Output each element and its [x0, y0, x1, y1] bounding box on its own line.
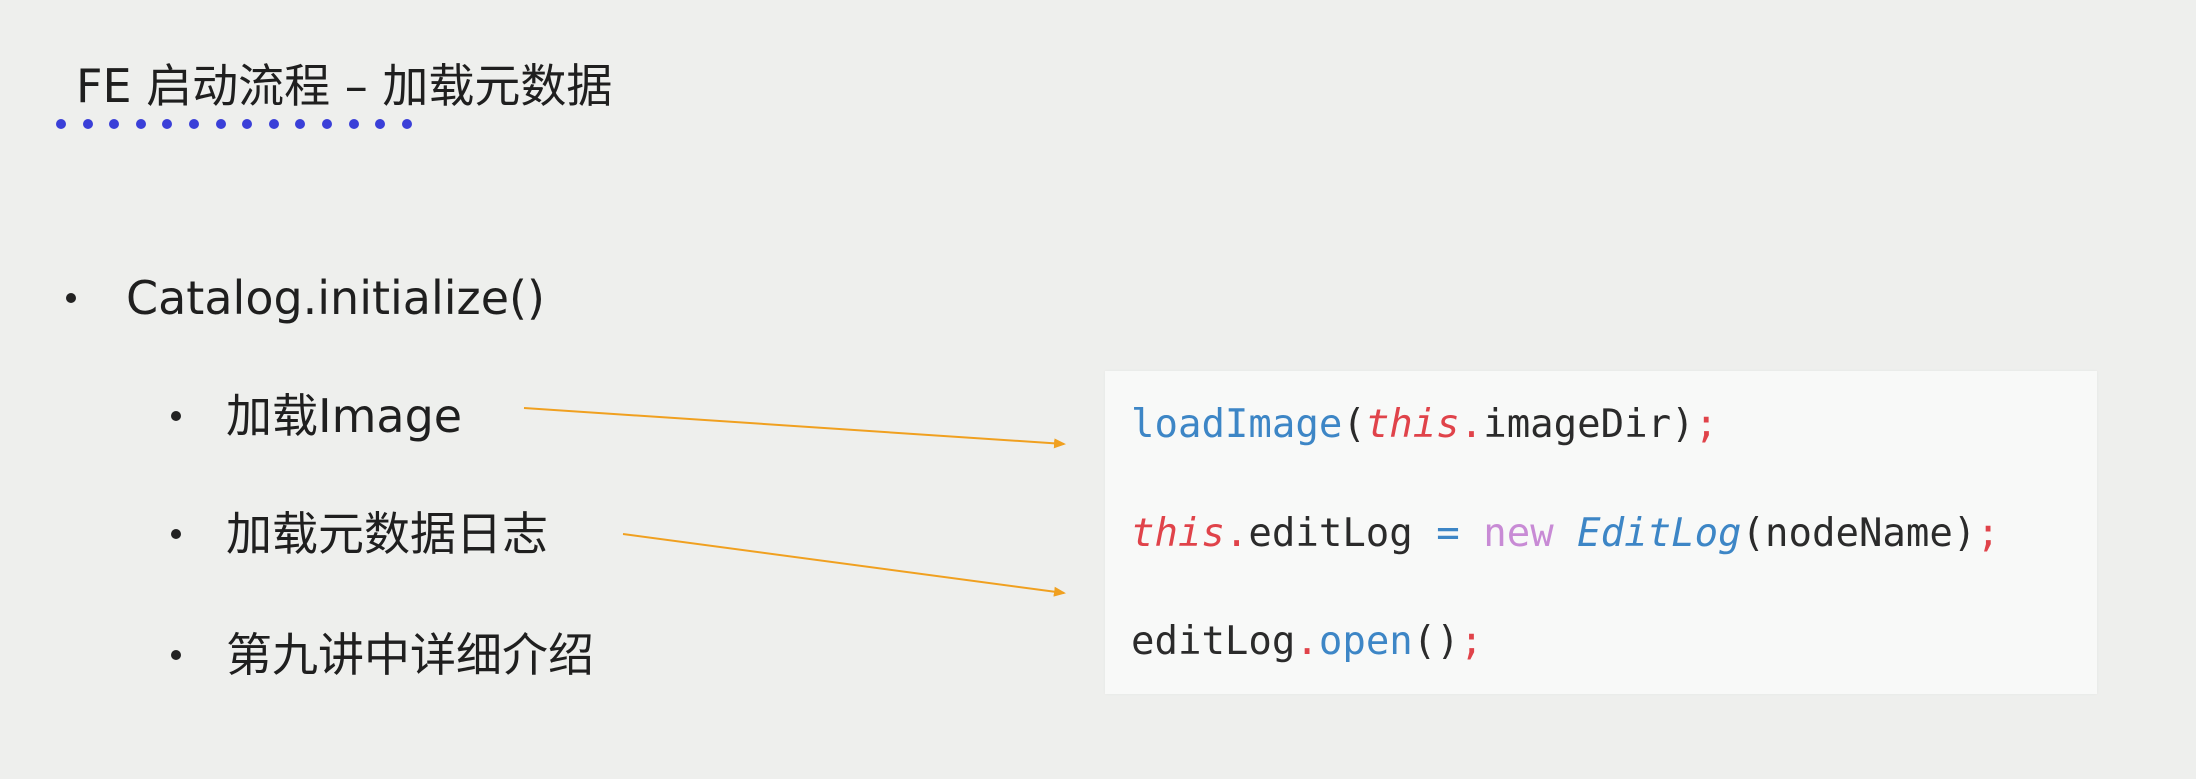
bullet-text: Catalog.initialize()	[126, 271, 545, 325]
slide-title: FE 启动流程 – 加载元数据	[76, 59, 613, 113]
arrow-load-image	[523, 407, 1066, 449]
bullet-text: 加载Image	[226, 389, 463, 443]
code-semicolon: ;	[1694, 402, 1719, 447]
underline-dot	[135, 119, 146, 129]
bullet-catalog-initialize: Catalog.initialize()	[66, 268, 545, 328]
underline-dot	[162, 119, 173, 129]
underline-dot	[375, 119, 386, 129]
sub-bullet-load-image: 加载Image	[171, 386, 463, 446]
code-line-editlog-open: editLog.open();	[1131, 614, 1483, 670]
underline-dot	[348, 119, 359, 129]
code-arguments: ()	[1412, 619, 1460, 664]
code-assignment: =	[1412, 511, 1484, 556]
code-snippet-panel: loadImage(this.imageDir); this.editLog =…	[1105, 371, 2097, 694]
bullet-text: 加载元数据日志	[226, 507, 548, 561]
bullet-marker	[171, 529, 181, 539]
sub-bullet-load-metadata-log: 加载元数据日志	[171, 504, 548, 564]
underline-dot	[401, 119, 412, 129]
underline-dot	[295, 119, 306, 129]
code-keyword: this	[1131, 511, 1225, 556]
code-line-new-editlog: this.editLog = new EditLog(nodeName);	[1131, 506, 2000, 562]
code-object: editLog	[1131, 619, 1296, 664]
code-keyword: this	[1365, 402, 1460, 447]
code-punctuation: )	[1671, 402, 1695, 447]
code-type-name: EditLog	[1577, 511, 1742, 556]
underline-dot	[82, 119, 93, 129]
code-line-load-image: loadImage(this.imageDir);	[1131, 397, 1718, 453]
underline-dot	[321, 119, 332, 129]
code-dot: .	[1224, 511, 1249, 556]
code-dot: .	[1459, 402, 1484, 447]
code-function-name: open	[1318, 619, 1413, 664]
sub-bullet-lecture-reference: 第九讲中详细介绍	[171, 625, 594, 685]
underline-dot	[188, 119, 199, 129]
underline-dot	[268, 119, 279, 129]
code-semicolon: ;	[1976, 511, 2000, 556]
underline-dot	[109, 119, 120, 129]
code-punctuation: (	[1342, 402, 1366, 447]
bullet-text: 第九讲中详细介绍	[226, 628, 594, 682]
code-field: editLog	[1248, 511, 1413, 556]
underline-dot	[215, 119, 226, 129]
bullet-marker	[171, 650, 181, 660]
code-dot: .	[1295, 619, 1319, 664]
bullet-marker	[171, 411, 181, 421]
arrow-load-metadata-log	[622, 533, 1066, 597]
bullet-marker	[66, 293, 76, 303]
underline-dot	[56, 119, 66, 129]
code-semicolon: ;	[1459, 619, 1484, 664]
code-new-keyword: new	[1483, 511, 1554, 556]
code-arguments: (nodeName)	[1741, 511, 1977, 556]
title-dotted-underline	[56, 119, 412, 129]
code-argument: imageDir	[1483, 402, 1672, 447]
code-function-name: loadImage	[1131, 402, 1343, 447]
underline-dot	[242, 119, 253, 129]
